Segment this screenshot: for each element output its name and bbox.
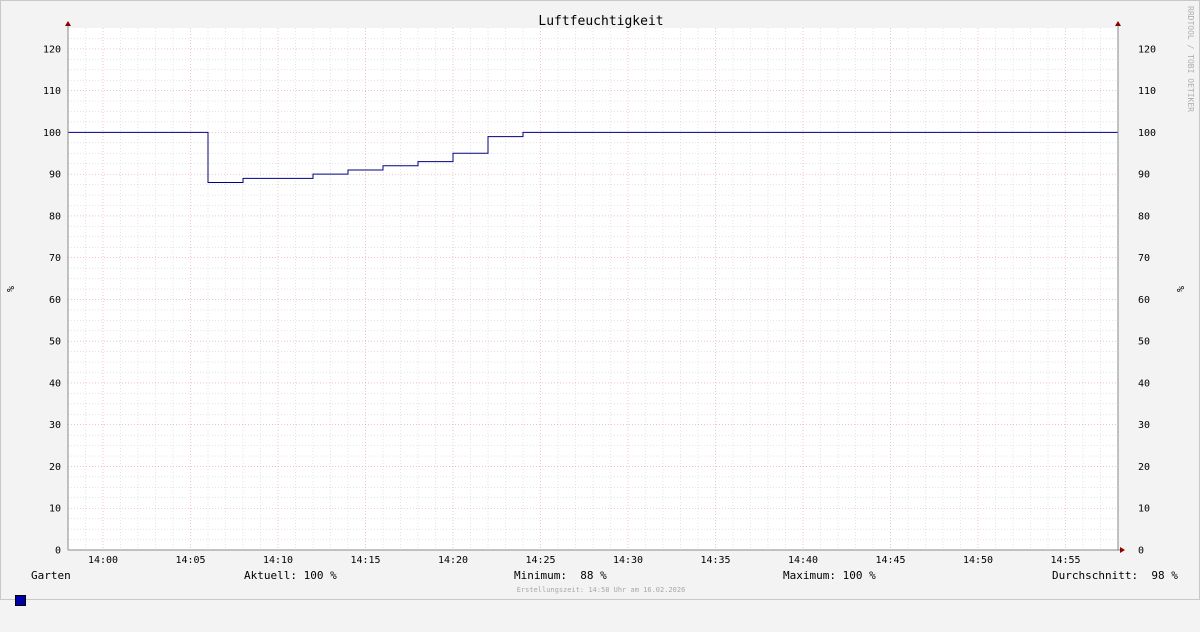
y-tick-label-right: 20 — [1138, 462, 1150, 473]
y-tick-label-left: 10 — [49, 504, 61, 515]
y-tick-label-right: 0 — [1138, 546, 1144, 557]
y-tick-labels-left: 0 10 20 30 40 50 60 70 80 90 100 110 120 — [43, 44, 61, 556]
y-tick-label-left: 60 — [49, 295, 61, 306]
y-tick-label-right: 90 — [1138, 170, 1150, 181]
y-tick-label-right: 110 — [1138, 86, 1156, 97]
y-tick-label-right: 100 — [1138, 128, 1156, 139]
y-tick-label-left: 110 — [43, 86, 61, 97]
y-tick-label-left: 40 — [49, 378, 61, 389]
y-tick-label-left: 90 — [49, 170, 61, 181]
y-tick-label-left: 100 — [43, 128, 61, 139]
x-tick-label: 14:45 — [875, 555, 905, 566]
x-tick-label: 14:55 — [1050, 555, 1080, 566]
chart-frame: 0 10 20 30 40 50 60 70 80 90 100 110 120 0 10 20 30 40 50… — [0, 0, 1200, 606]
y-axis-label-left: % — [6, 286, 17, 292]
legend-average: Durchschnitt: 98 % — [1052, 569, 1178, 582]
x-tick-label: 14:10 — [263, 555, 293, 566]
y-tick-label-right: 50 — [1138, 337, 1150, 348]
x-axis-arrow — [1120, 547, 1125, 553]
chart-title: Luftfeuchtigkeit — [538, 14, 663, 29]
x-tick-label: 14:15 — [350, 555, 380, 566]
legend-maximum: Maximum: 100 % — [783, 569, 876, 582]
y-tick-label-right: 40 — [1138, 378, 1150, 389]
y-axis-arrow-right — [1115, 21, 1121, 26]
y-tick-label-left: 70 — [49, 253, 61, 264]
x-tick-label: 14:30 — [613, 555, 643, 566]
legend-series-name: Garten — [31, 569, 71, 582]
legend-swatch-box — [15, 595, 26, 606]
creation-time: Erstellungszeit: 14:58 Uhr am 16.02.2026 — [516, 586, 686, 594]
y-axis-arrow-left — [65, 21, 71, 26]
x-tick-label: 14:35 — [700, 555, 730, 566]
y-tick-label-left: 50 — [49, 337, 61, 348]
x-tick-label: 14:20 — [438, 555, 468, 566]
legend-minimum: Minimum: 88 % — [514, 569, 607, 582]
humidity-chart: 0 10 20 30 40 50 60 70 80 90 100 110 120 0 10 20 30 40 50… — [6, 6, 1195, 566]
y-tick-label-right: 70 — [1138, 253, 1150, 264]
y-tick-labels-right: 0 10 20 30 40 50 60 70 80 90 100 110 120 — [1138, 44, 1156, 556]
y-tick-label-left: 20 — [49, 462, 61, 473]
y-tick-label-left: 0 — [55, 546, 61, 557]
x-tick-label: 14:25 — [525, 555, 555, 566]
y-tick-label-left: 80 — [49, 211, 61, 222]
x-tick-label: 14:05 — [175, 555, 205, 566]
y-tick-label-right: 10 — [1138, 504, 1150, 515]
y-axis-label-right: % — [1176, 286, 1187, 292]
x-tick-label: 14:00 — [88, 555, 118, 566]
y-tick-label-right: 30 — [1138, 420, 1150, 431]
y-tick-label-right: 60 — [1138, 295, 1150, 306]
legend-swatch — [15, 569, 27, 606]
legend-current: Aktuell: 100 % — [244, 569, 337, 582]
x-tick-label: 14:40 — [788, 555, 818, 566]
x-tick-labels: 14:00 14:05 14:10 14:15 14:20 14:25 14:30 14:35… — [88, 555, 1081, 566]
y-tick-label-right: 120 — [1138, 44, 1156, 55]
y-tick-label-left: 30 — [49, 420, 61, 431]
y-tick-label-left: 120 — [43, 44, 61, 55]
x-tick-label: 14:50 — [963, 555, 993, 566]
watermark: RRDTOOL / TOBI OETIKER — [1186, 6, 1195, 112]
y-tick-label-right: 80 — [1138, 211, 1150, 222]
